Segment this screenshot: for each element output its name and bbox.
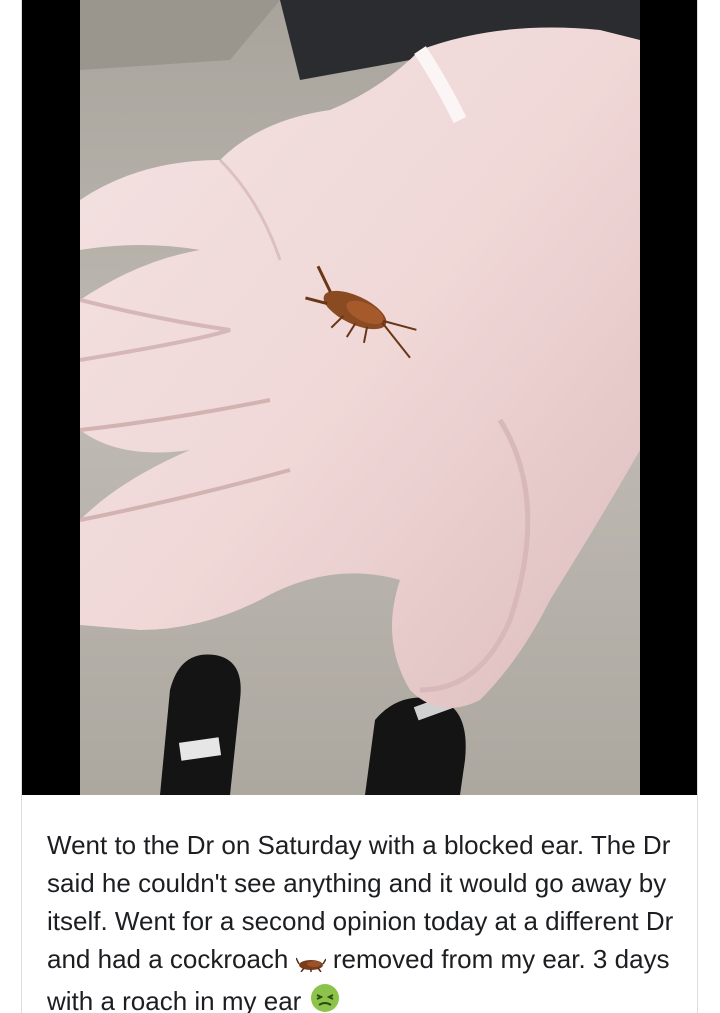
photo-image (80, 0, 640, 795)
cockroach-in-glove-photo (80, 0, 640, 795)
post-photo[interactable] (22, 0, 697, 795)
cockroach-emoji-icon (294, 944, 327, 982)
nauseated-face-emoji-icon (309, 982, 341, 1013)
post-text: Went to the Dr on Saturday with a blocke… (47, 826, 679, 1013)
post-card: Went to the Dr on Saturday with a blocke… (21, 0, 698, 1013)
